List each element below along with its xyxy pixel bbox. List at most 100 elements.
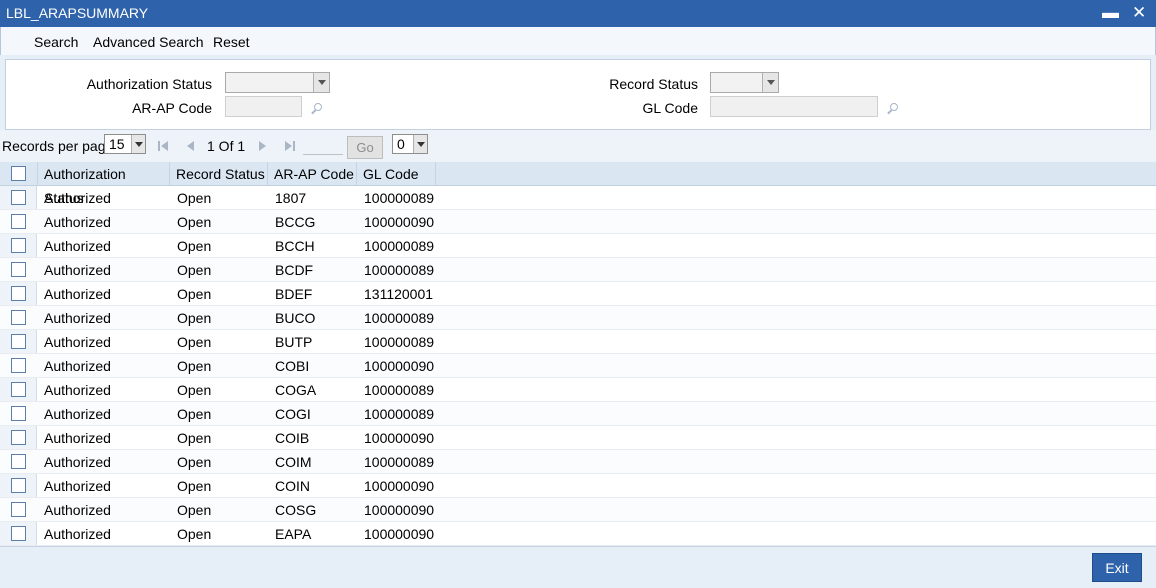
table-row[interactable]: Authorized Open EAPA 100000090 bbox=[0, 522, 1156, 546]
table-row[interactable]: Authorized Open BCCG 100000090 bbox=[0, 210, 1156, 234]
chevron-down-icon[interactable] bbox=[313, 73, 329, 92]
cell-authorization-status: Authorized bbox=[44, 214, 111, 230]
cell-arap-code: BDEF bbox=[275, 286, 313, 302]
cell-record-status: Open bbox=[177, 526, 212, 542]
row-checkbox[interactable] bbox=[11, 526, 26, 541]
row-checkbox[interactable] bbox=[11, 190, 26, 205]
minimize-icon[interactable]: ▬ bbox=[1102, 3, 1119, 23]
page-jump-select[interactable]: 0 bbox=[392, 134, 428, 154]
go-button[interactable]: Go bbox=[347, 136, 383, 159]
chevron-down-icon[interactable] bbox=[413, 135, 427, 153]
cell-arap-code: BUTP bbox=[275, 334, 313, 350]
last-page-icon[interactable] bbox=[284, 140, 296, 152]
table-row[interactable]: Authorized Open 1807 100000089 bbox=[0, 186, 1156, 210]
gl-code-input[interactable] bbox=[710, 96, 878, 117]
table-header: Authorization Status Record Status AR-AP… bbox=[0, 162, 1156, 206]
row-checkbox[interactable] bbox=[11, 262, 26, 277]
authorization-status-select[interactable] bbox=[225, 72, 330, 93]
records-per-page-select[interactable]: 15 bbox=[104, 134, 146, 154]
page-info: 1 Of 1 bbox=[207, 138, 246, 154]
row-checkbox[interactable] bbox=[11, 214, 26, 229]
exit-button[interactable]: Exit bbox=[1092, 553, 1142, 582]
row-checkbox[interactable] bbox=[11, 238, 26, 253]
footer-bar: Exit bbox=[0, 546, 1156, 588]
table-row[interactable]: Authorized Open COBI 100000090 bbox=[0, 354, 1156, 378]
window-title: LBL_ARAPSUMMARY bbox=[6, 5, 149, 21]
chevron-down-icon[interactable] bbox=[131, 135, 145, 153]
row-checkbox[interactable] bbox=[11, 358, 26, 373]
cell-record-status: Open bbox=[177, 406, 212, 422]
cell-record-status: Open bbox=[177, 214, 212, 230]
row-checkbox[interactable] bbox=[11, 478, 26, 493]
record-status-select[interactable] bbox=[710, 72, 779, 93]
chevron-down-icon[interactable] bbox=[762, 73, 778, 92]
row-checkbox[interactable] bbox=[11, 286, 26, 301]
table-row[interactable]: Authorized Open BCCH 100000089 bbox=[0, 234, 1156, 258]
table-row[interactable]: Authorized Open COIN 100000090 bbox=[0, 474, 1156, 498]
row-checkbox[interactable] bbox=[11, 454, 26, 469]
cell-gl-code: 100000090 bbox=[364, 358, 435, 374]
cell-record-status: Open bbox=[177, 190, 212, 206]
cell-gl-code: 100000090 bbox=[364, 502, 435, 518]
arap-code-input[interactable] bbox=[225, 96, 302, 117]
page-jump-value: 0 bbox=[397, 136, 405, 152]
cell-gl-code: 131120001 bbox=[364, 286, 434, 302]
goto-page-input[interactable] bbox=[303, 135, 343, 155]
cell-record-status: Open bbox=[177, 358, 212, 374]
next-page-icon[interactable] bbox=[256, 140, 268, 152]
reset-button[interactable]: Reset bbox=[213, 34, 250, 50]
table-row[interactable]: Authorized Open COGA 100000089 bbox=[0, 378, 1156, 402]
title-bar: LBL_ARAPSUMMARY ▬ ✕ bbox=[0, 0, 1156, 27]
table-row[interactable]: Authorized Open COGI 100000089 bbox=[0, 402, 1156, 426]
cell-authorization-status: Authorized bbox=[44, 238, 111, 254]
row-checkbox[interactable] bbox=[11, 430, 26, 445]
cell-arap-code: 1807 bbox=[275, 190, 307, 206]
table-row[interactable]: Authorized Open COSG 100000090 bbox=[0, 498, 1156, 522]
cell-authorization-status: Authorized bbox=[44, 334, 111, 350]
row-checkbox[interactable] bbox=[11, 382, 26, 397]
cell-arap-code: COIB bbox=[275, 430, 310, 446]
toolbar: Search Advanced Search Reset bbox=[0, 27, 1156, 55]
table-row[interactable]: Authorized Open BUTP 100000089 bbox=[0, 330, 1156, 354]
column-header-arap-code[interactable]: AR-AP Code bbox=[268, 162, 357, 186]
column-header-record-status[interactable]: Record Status bbox=[170, 162, 268, 186]
cell-gl-code: 100000089 bbox=[364, 238, 435, 254]
cell-arap-code: COIM bbox=[275, 454, 312, 470]
row-checkbox[interactable] bbox=[11, 502, 26, 517]
cell-authorization-status: Authorized bbox=[44, 262, 111, 278]
cell-record-status: Open bbox=[177, 310, 212, 326]
cell-authorization-status: Authorized bbox=[44, 478, 111, 494]
cell-authorization-status: Authorized bbox=[44, 526, 111, 542]
record-status-label: Record Status bbox=[609, 76, 698, 92]
previous-page-icon[interactable] bbox=[185, 140, 197, 152]
records-per-page-label: Records per page bbox=[2, 138, 114, 154]
table-row[interactable]: Authorized Open COIB 100000090 bbox=[0, 426, 1156, 450]
row-checkbox[interactable] bbox=[11, 406, 26, 421]
cell-record-status: Open bbox=[177, 262, 212, 278]
cell-arap-code: BCDF bbox=[275, 262, 314, 278]
select-all-checkbox[interactable] bbox=[11, 166, 26, 181]
results-table: Authorization Status Record Status AR-AP… bbox=[0, 162, 1156, 546]
table-row[interactable]: Authorized Open COIM 100000089 bbox=[0, 450, 1156, 474]
first-page-icon[interactable] bbox=[157, 140, 169, 152]
cell-arap-code: COBI bbox=[275, 358, 310, 374]
search-icon[interactable] bbox=[886, 102, 900, 116]
cell-record-status: Open bbox=[177, 454, 212, 470]
cell-arap-code: BCCH bbox=[275, 238, 315, 254]
column-header-gl-code[interactable]: GL Code bbox=[357, 162, 436, 186]
column-header-authorization-status[interactable]: Authorization Status bbox=[37, 162, 170, 206]
cell-authorization-status: Authorized bbox=[44, 190, 111, 206]
table-row[interactable]: Authorized Open BCDF 100000089 bbox=[0, 258, 1156, 282]
table-row[interactable]: Authorized Open BUCO 100000089 bbox=[0, 306, 1156, 330]
search-icon[interactable] bbox=[310, 102, 324, 116]
cell-gl-code: 100000089 bbox=[364, 406, 435, 422]
row-checkbox[interactable] bbox=[11, 334, 26, 349]
close-icon[interactable]: ✕ bbox=[1132, 3, 1146, 23]
cell-record-status: Open bbox=[177, 238, 212, 254]
cell-record-status: Open bbox=[177, 430, 212, 446]
table-row[interactable]: Authorized Open BDEF 131120001 bbox=[0, 282, 1156, 306]
advanced-search-button[interactable]: Advanced Search bbox=[93, 34, 204, 50]
records-per-page-value: 15 bbox=[109, 136, 125, 152]
row-checkbox[interactable] bbox=[11, 310, 26, 325]
search-button[interactable]: Search bbox=[34, 34, 78, 50]
